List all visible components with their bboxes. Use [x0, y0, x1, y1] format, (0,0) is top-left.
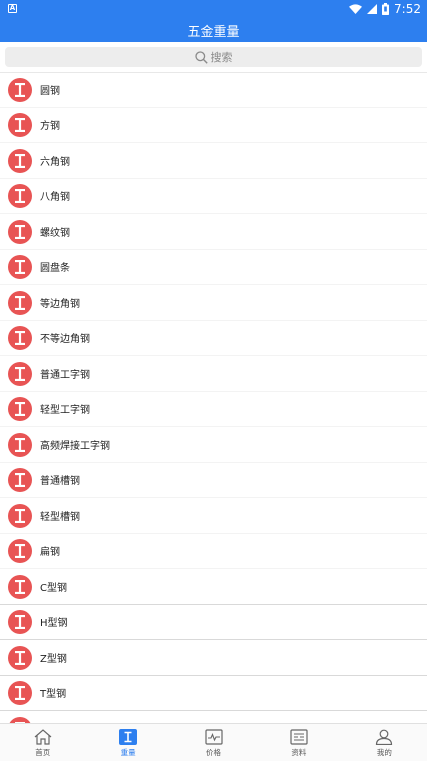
i-beam-icon: [8, 219, 32, 244]
signal-icon: [367, 4, 378, 14]
bottom-tab-bar: 首页 重量 价格 资料 我的: [0, 723, 427, 761]
list-item[interactable]: 高频焊接工字钢: [0, 427, 427, 463]
i-beam-icon: [8, 255, 32, 279]
i-beam-icon: [8, 290, 32, 315]
list-item-label: 等边角钢: [40, 298, 80, 310]
list-item[interactable]: 六角钢: [0, 143, 427, 179]
status-bar: A 7:52: [0, 0, 427, 18]
list-item[interactable]: 八角钢: [0, 179, 427, 214]
i-beam-icon: [8, 397, 32, 421]
list-item-label: 不等边角钢: [40, 334, 90, 346]
list-item[interactable]: H型钢: [0, 605, 427, 640]
material-list: 圆钢 方钢 六角钢 八角钢 螺纹钢 圆盘条 等边角钢 不等边角钢 普通工字钢 轻…: [0, 72, 427, 723]
list-item[interactable]: 等边角钢: [0, 285, 427, 321]
list-item[interactable]: C型钢: [0, 569, 427, 605]
tab-label: 资料: [291, 748, 307, 757]
list-item[interactable]: 方钢: [0, 108, 427, 143]
search-bar: 搜索: [0, 42, 427, 73]
app-bar: 五金重量: [0, 18, 427, 42]
i-beam-icon: [8, 148, 32, 173]
list-item-label: 高频焊接工字钢: [40, 440, 110, 452]
tab-label: 重量: [120, 748, 136, 757]
i-beam-icon: [8, 468, 32, 492]
i-beam-icon: [8, 503, 32, 528]
tab-profile[interactable]: 我的: [342, 724, 427, 761]
list-item-label: 八角钢: [40, 192, 70, 204]
list-item-label: 螺纹钢: [40, 227, 70, 239]
list-item[interactable]: [0, 711, 427, 723]
search-input[interactable]: 搜索: [5, 47, 422, 67]
list-item[interactable]: 圆盘条: [0, 250, 427, 285]
app-notification-icon: A: [8, 4, 17, 13]
list-item[interactable]: 不等边角钢: [0, 321, 427, 356]
weight-icon: [119, 729, 138, 745]
i-beam-icon: [8, 326, 32, 350]
list-item[interactable]: 普通槽钢: [0, 463, 427, 498]
list-item-label: 轻型槽钢: [40, 511, 80, 523]
list-item-label: 圆盘条: [40, 263, 70, 275]
list-item-label: C型钢: [40, 582, 67, 594]
i-beam-icon: [8, 574, 32, 599]
i-beam-icon: [8, 77, 32, 102]
list-item[interactable]: 圆钢: [0, 72, 427, 108]
i-beam-icon: [8, 645, 32, 670]
search-placeholder: 搜索: [210, 51, 233, 64]
list-item[interactable]: T型钢: [0, 676, 427, 711]
list-item[interactable]: 轻型工字钢: [0, 392, 427, 427]
search-icon: [194, 50, 208, 64]
list-item-label: 圆钢: [40, 85, 60, 97]
clock: 7:52: [394, 2, 421, 16]
list-item-label: 六角钢: [40, 156, 70, 168]
i-beam-icon: [8, 681, 32, 705]
list-item-label: 扁钢: [40, 547, 60, 559]
i-beam-icon: [8, 432, 32, 457]
tab-home[interactable]: 首页: [0, 724, 85, 761]
battery-icon: [382, 3, 390, 15]
list-item[interactable]: 扁钢: [0, 534, 427, 569]
tab-weight[interactable]: 重量: [85, 724, 170, 761]
price-chart-icon: [204, 729, 223, 745]
list-item-label: Z型钢: [40, 653, 67, 665]
wifi-icon: [349, 4, 363, 14]
user-icon: [376, 729, 393, 745]
i-beam-icon: [8, 539, 32, 563]
i-beam-icon: [8, 184, 32, 208]
tab-price[interactable]: 价格: [171, 724, 256, 761]
tab-label: 价格: [206, 748, 222, 757]
i-beam-icon: [8, 361, 32, 386]
list-item-label: H型钢: [40, 618, 68, 630]
tab-documents[interactable]: 资料: [256, 724, 341, 761]
list-item-label: T型钢: [40, 689, 67, 701]
list-item[interactable]: 螺纹钢: [0, 214, 427, 250]
list-item[interactable]: 轻型槽钢: [0, 498, 427, 534]
list-item-label: 方钢: [40, 121, 60, 133]
i-beam-icon: [8, 610, 32, 634]
tab-label: 我的: [376, 748, 392, 757]
list-item-label: 轻型工字钢: [40, 405, 90, 417]
status-icons: 7:52: [349, 1, 421, 17]
list-item[interactable]: Z型钢: [0, 640, 427, 676]
page-title: 五金重量: [187, 24, 240, 40]
list-item[interactable]: 普通工字钢: [0, 356, 427, 392]
home-icon: [34, 729, 52, 745]
i-beam-icon: [8, 113, 32, 137]
document-icon: [290, 729, 308, 745]
list-item-label: 普通工字钢: [40, 369, 90, 381]
tab-label: 首页: [35, 748, 51, 757]
list-item-label: 普通槽钢: [40, 476, 80, 488]
